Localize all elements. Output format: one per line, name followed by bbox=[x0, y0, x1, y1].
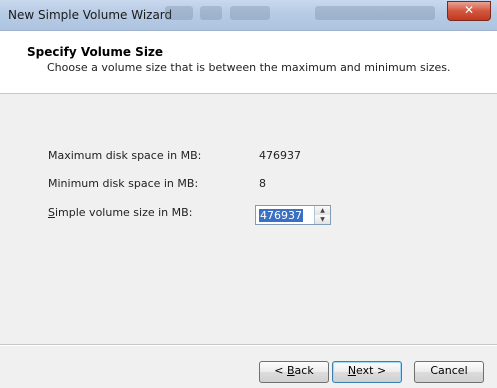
stepper-buttons: ▲ ▼ bbox=[314, 206, 330, 224]
volume-size-input[interactable]: 476937 bbox=[259, 209, 303, 222]
blurred-background-area bbox=[165, 6, 193, 20]
cancel-button[interactable]: Cancel bbox=[414, 361, 484, 383]
blurred-background-area bbox=[315, 6, 435, 20]
volume-size-label-text: imple volume size in MB: bbox=[54, 206, 193, 219]
window-title: New Simple Volume Wizard bbox=[8, 8, 173, 22]
blurred-background-area bbox=[200, 6, 222, 20]
next-button[interactable]: Next > bbox=[332, 361, 402, 383]
back-button-accel: B bbox=[287, 364, 295, 377]
chevron-down-icon: ▼ bbox=[320, 216, 325, 223]
blurred-background-area bbox=[230, 6, 270, 20]
min-size-label: Minimum disk space in MB: bbox=[48, 177, 199, 190]
stepper-down-button[interactable]: ▼ bbox=[315, 215, 330, 224]
next-button-accel: N bbox=[347, 364, 357, 377]
max-size-value: 476937 bbox=[259, 149, 301, 162]
wizard-body bbox=[0, 94, 497, 344]
volume-size-label: Simple volume size in MB: bbox=[48, 206, 192, 219]
chevron-up-icon: ▲ bbox=[320, 207, 325, 214]
back-button-label: ack bbox=[294, 364, 314, 377]
back-button-arrow: < bbox=[274, 364, 287, 377]
min-size-value: 8 bbox=[259, 177, 266, 190]
cancel-button-label: Cancel bbox=[430, 364, 468, 377]
volume-size-stepper[interactable]: 476937 ▲ ▼ bbox=[255, 205, 331, 225]
max-size-label: Maximum disk space in MB: bbox=[48, 149, 202, 162]
next-button-label: ext > bbox=[356, 364, 387, 377]
page-subtitle: Choose a volume size that is between the… bbox=[47, 61, 451, 74]
page-title: Specify Volume Size bbox=[27, 45, 164, 59]
wizard-header: Specify Volume Size Choose a volume size… bbox=[0, 31, 497, 94]
title-bar[interactable]: New Simple Volume Wizard ✕ bbox=[0, 0, 497, 31]
back-button[interactable]: < Back bbox=[259, 361, 329, 383]
close-button[interactable]: ✕ bbox=[447, 1, 491, 21]
volume-size-label-accel: S bbox=[48, 206, 55, 219]
close-icon: ✕ bbox=[463, 3, 475, 17]
